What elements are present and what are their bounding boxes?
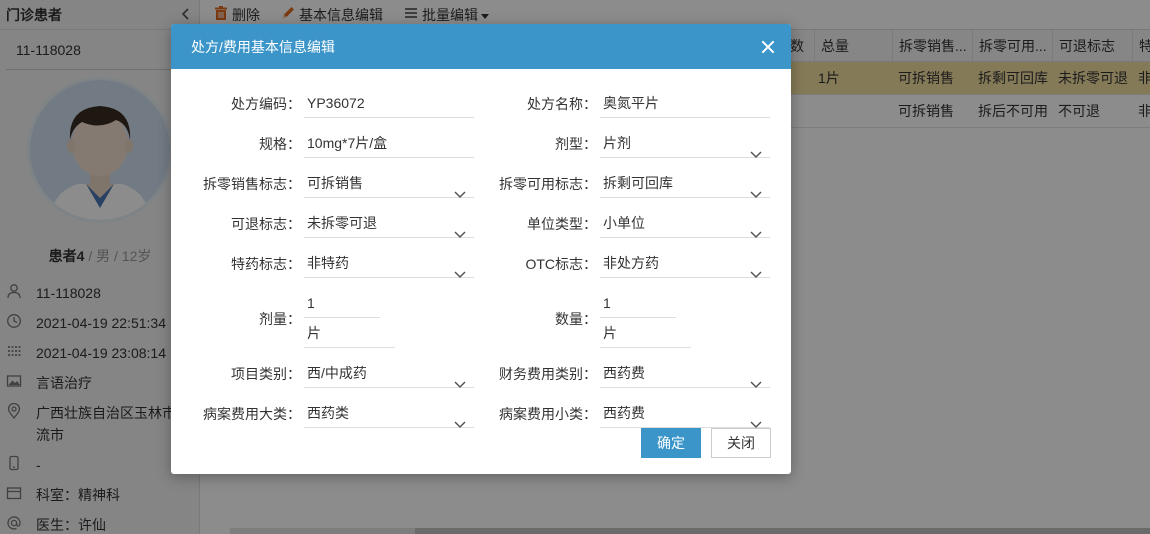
- split-use-label: 拆零可用标志：: [499, 176, 597, 192]
- chevron-down-icon: [750, 259, 762, 289]
- chevron-down-icon: [454, 179, 466, 209]
- dialog-header: 处方/费用基本信息编辑: [171, 24, 791, 69]
- split-sale-label: 拆零销售标志：: [203, 176, 301, 192]
- edit-dialog: 处方/费用基本信息编辑 处方编码： YP36072 处方名称： 奥氮平片 规格：…: [171, 24, 791, 474]
- split-use-select[interactable]: 拆剩可回库: [600, 168, 770, 199]
- chevron-down-icon: [750, 139, 762, 169]
- chevron-down-icon: [454, 369, 466, 399]
- item-cat-select[interactable]: 西/中成药: [304, 358, 474, 389]
- otc-label: OTC标志：: [525, 256, 597, 272]
- chevron-down-icon: [454, 409, 466, 439]
- fin-cat-select[interactable]: 西药费: [600, 358, 770, 389]
- case-minor-label: 病案费用小类：: [499, 406, 597, 422]
- refund-label: 可退标志：: [231, 216, 301, 232]
- spec-input[interactable]: 10mg*7片/盒: [304, 128, 474, 158]
- split-sale-select[interactable]: 可拆销售: [304, 168, 474, 199]
- dose-input[interactable]: 1: [304, 288, 380, 318]
- special-select[interactable]: 非特药: [304, 248, 474, 279]
- fin-cat-label: 财务费用类别：: [499, 366, 597, 382]
- qty-unit-input[interactable]: 片: [600, 318, 691, 348]
- case-minor-select[interactable]: 西药费: [600, 398, 770, 429]
- dose-label: 剂量：: [259, 311, 301, 327]
- code-label: 处方编码：: [231, 96, 301, 112]
- unit-type-select[interactable]: 小单位: [600, 208, 770, 239]
- close-icon[interactable]: [761, 40, 775, 54]
- case-major-select[interactable]: 西药类: [304, 398, 474, 429]
- close-button[interactable]: 关闭: [711, 428, 771, 458]
- spec-label: 规格：: [259, 136, 301, 152]
- unit-type-label: 单位类型：: [527, 216, 597, 232]
- refund-select[interactable]: 未拆零可退: [304, 208, 474, 239]
- form-label: 剂型：: [555, 136, 597, 152]
- chevron-down-icon: [750, 179, 762, 209]
- item-cat-label: 项目类别：: [231, 366, 301, 382]
- chevron-down-icon: [750, 369, 762, 399]
- otc-select[interactable]: 非处方药: [600, 248, 770, 279]
- chevron-down-icon: [454, 259, 466, 289]
- form-select[interactable]: 片剂: [600, 128, 770, 159]
- dose-unit-input[interactable]: 片: [304, 318, 395, 348]
- qty-label: 数量：: [555, 311, 597, 327]
- confirm-button[interactable]: 确定: [641, 428, 701, 458]
- name-label: 处方名称：: [527, 96, 597, 112]
- chevron-down-icon: [454, 219, 466, 249]
- dialog-title: 处方/费用基本信息编辑: [191, 38, 335, 55]
- case-major-label: 病案费用大类：: [203, 406, 301, 422]
- code-input[interactable]: YP36072: [304, 88, 474, 118]
- chevron-down-icon: [750, 219, 762, 249]
- name-input[interactable]: 奥氮平片: [600, 88, 770, 118]
- special-label: 特药标志：: [231, 256, 301, 272]
- qty-input[interactable]: 1: [600, 288, 676, 318]
